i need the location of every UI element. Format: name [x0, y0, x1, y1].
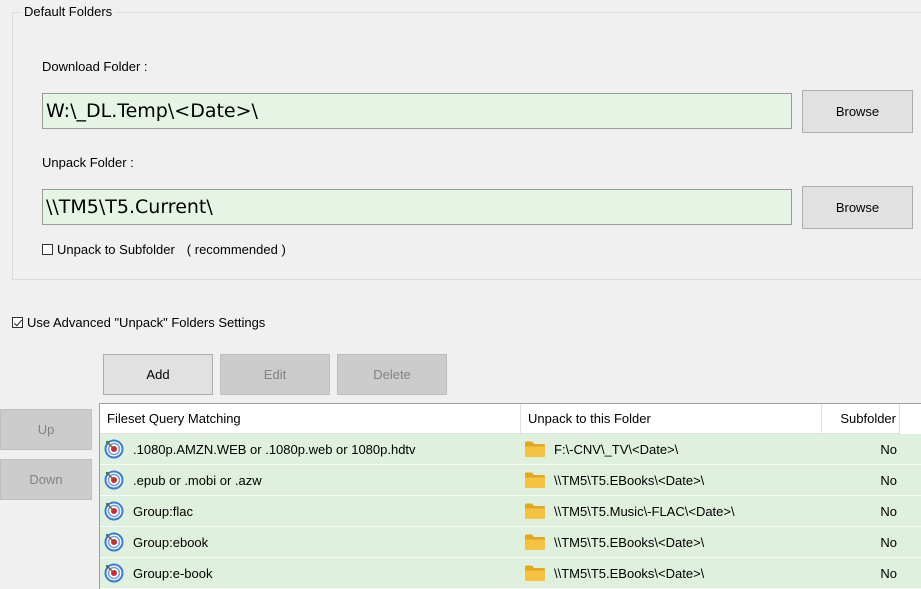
unpack-subfolder-option[interactable]: Unpack to Subfolder ( recommended ) [42, 242, 286, 257]
folder-icon [525, 534, 545, 550]
query-cell: .1080p.AMZN.WEB or .1080p.web or 1080p.h… [100, 434, 521, 464]
folder-cell: F:\-CNV\_TV\<Date>\ [521, 434, 822, 464]
table-row[interactable]: .1080p.AMZN.WEB or .1080p.web or 1080p.h… [100, 434, 921, 465]
default-folders-title: Default Folders [20, 4, 117, 19]
advanced-unpack-option[interactable]: Use Advanced "Unpack" Folders Settings [12, 315, 265, 330]
default-folders-group [12, 12, 921, 280]
folder-cell: \\TM5\T5.EBooks\<Date>\ [521, 465, 822, 495]
folder-text: \\TM5\T5.EBooks\<Date>\ [554, 534, 705, 550]
table-row[interactable]: Group:e-book \\TM5\T5.EBooks\<Date>\ No [100, 558, 921, 589]
delete-button[interactable]: Delete [337, 354, 447, 395]
advanced-unpack-label: Use Advanced "Unpack" Folders Settings [27, 315, 266, 330]
folder-text: F:\-CNV\_TV\<Date>\ [554, 441, 679, 457]
download-folder-input[interactable] [42, 93, 792, 129]
add-button[interactable]: Add [103, 354, 213, 395]
target-icon [104, 532, 124, 552]
unpack-subfolder-checkbox[interactable] [42, 244, 53, 255]
advanced-unpack-checkbox[interactable] [12, 317, 23, 328]
unpack-browse-button[interactable]: Browse [802, 186, 913, 229]
unpack-folder-input[interactable] [42, 189, 792, 225]
table-row[interactable]: Group:flac \\TM5\T5.Music\-FLAC\<Date>\ No [100, 496, 921, 527]
unpack-subfolder-label: Unpack to Subfolder [57, 242, 175, 257]
down-button[interactable]: Down [0, 459, 92, 500]
subfolder-cell: No [880, 441, 897, 457]
query-text: .epub or .mobi or .azw [133, 472, 262, 488]
recommended-note: ( recommended ) [186, 242, 286, 257]
query-text: .1080p.AMZN.WEB or .1080p.web or 1080p.h… [133, 441, 416, 457]
edit-button[interactable]: Edit [220, 354, 330, 395]
subfolder-cell: No [880, 565, 897, 581]
up-button[interactable]: Up [0, 409, 92, 450]
target-icon [104, 501, 124, 521]
folder-icon [525, 565, 545, 581]
query-text: Group:ebook [133, 534, 209, 550]
column-header-subfolder[interactable]: Subfolder [822, 404, 900, 434]
folder-icon [525, 441, 545, 457]
table-row[interactable]: Group:ebook \\TM5\T5.EBooks\<Date>\ No [100, 527, 921, 558]
query-cell: Group:ebook [100, 527, 521, 557]
query-text: Group:e-book [133, 565, 213, 581]
folder-icon [525, 472, 545, 488]
target-icon [104, 470, 124, 490]
target-icon [104, 439, 124, 459]
folder-cell: \\TM5\T5.EBooks\<Date>\ [521, 558, 822, 588]
column-header-folder[interactable]: Unpack to this Folder [521, 404, 822, 434]
query-cell: Group:e-book [100, 558, 521, 588]
folder-cell: \\TM5\T5.EBooks\<Date>\ [521, 527, 822, 557]
column-header-query[interactable]: Fileset Query Matching [100, 404, 521, 434]
subfolder-cell: No [880, 534, 897, 550]
subfolder-cell: No [880, 472, 897, 488]
download-folder-label: Download Folder : [42, 59, 148, 74]
table-row[interactable]: .epub or .mobi or .azw \\TM5\T5.EBooks\<D… [100, 465, 921, 496]
folder-text: \\TM5\T5.Music\-FLAC\<Date>\ [554, 503, 735, 519]
unpack-rules-grid[interactable]: Fileset Query Matching Unpack to this Fo… [99, 403, 921, 589]
folder-icon [525, 503, 545, 519]
folder-cell: \\TM5\T5.Music\-FLAC\<Date>\ [521, 496, 822, 526]
folder-text: \\TM5\T5.EBooks\<Date>\ [554, 472, 705, 488]
target-icon [104, 563, 124, 583]
grid-header: Fileset Query Matching Unpack to this Fo… [100, 404, 921, 434]
query-cell: Group:flac [100, 496, 521, 526]
unpack-folder-label: Unpack Folder : [42, 155, 134, 170]
subfolder-cell: No [880, 503, 897, 519]
download-browse-button[interactable]: Browse [802, 90, 913, 133]
folder-text: \\TM5\T5.EBooks\<Date>\ [554, 565, 705, 581]
query-text: Group:flac [133, 503, 193, 519]
query-cell: .epub or .mobi or .azw [100, 465, 521, 495]
